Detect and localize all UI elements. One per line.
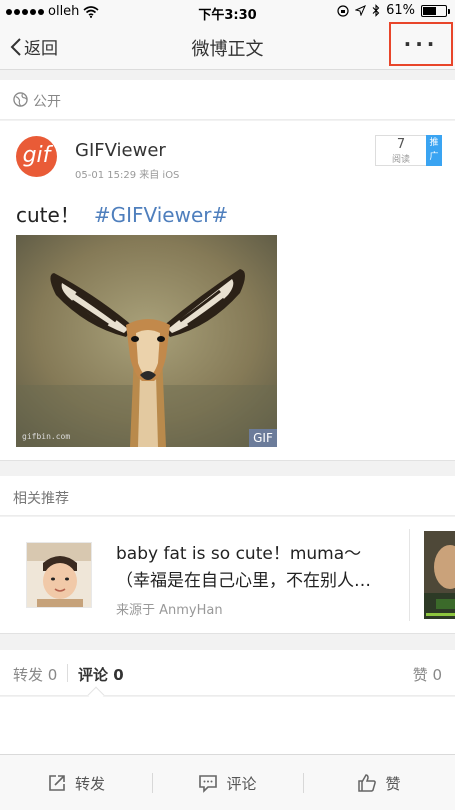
tab-comment[interactable]: 评论 0 [78,664,124,685]
next-recommend-photo [424,531,455,619]
post-meta: 05-01 15:29 来自 iOS [75,170,180,181]
recommend-header: 相关推荐 [0,476,455,516]
comment-button[interactable]: 评论 [152,755,303,810]
gif-badge: GIF [249,429,277,447]
repost-icon [49,775,65,791]
visibility-bar: 公开 [0,80,455,120]
repost-button[interactable]: 转发 [0,755,152,810]
battery-icon [421,4,450,17]
post-text: cute！ #GIFViewer# [16,199,228,228]
like-button[interactable]: 赞 [303,755,455,810]
page-title: 微博正文 [191,39,264,60]
read-label: 阅读 [391,155,410,165]
bottom-toolbar: 转发 评论 赞 [0,754,455,810]
nav-bar: 返回 微博正文 ··· [0,22,455,70]
comments-list [0,697,455,754]
thumbs-up-icon [358,774,377,792]
like-label: 赞 [385,774,401,793]
more-dots-icon: ··· [403,32,439,56]
repost-label: 转发 [74,774,105,793]
recommend-title: 相关推荐 [13,491,69,507]
orientation-lock-icon [337,4,349,17]
read-count-box: 7 阅读 [375,135,427,166]
post-card: gif GIFViewer 05-01 15:29 来自 iOS 7 阅读 推广… [0,121,455,461]
read-count: 7 [396,137,406,152]
tab-repost[interactable]: 转发 0 [13,664,57,685]
status-right: 61% [337,3,450,18]
more-options-button[interactable]: ··· [389,22,453,66]
tab-separator [67,664,68,682]
baby-photo [27,543,91,607]
recommend-thumbnail [26,542,92,608]
status-bar: olleh 下午3:30 61% [0,0,455,24]
post-gif-image[interactable]: gifbin.com GIF [16,235,277,447]
recommend-divider [409,529,410,621]
interaction-tabs: 转发 0 评论 0 赞 0 [0,650,455,704]
post-body: cute！ [16,203,80,227]
hashtag-link[interactable]: #GIFViewer# [94,203,228,227]
recommend-line2: （幸福是在自己心里，不在别人… [116,571,371,591]
location-icon [355,5,367,16]
author-name[interactable]: GIFViewer [75,140,166,161]
recommend-card[interactable]: baby fat is so cute！muma～ （幸福是在自己心里，不在别人… [0,517,455,634]
recommend-source: 来源于 AnmyHan [116,603,223,618]
gerenuk-image [16,235,277,447]
comment-label: 评论 [226,774,257,793]
bluetooth-icon [372,4,380,17]
promote-button[interactable]: 推广 [426,135,442,166]
next-recommend-thumbnail[interactable] [424,531,455,619]
battery-percent: 61% [386,3,415,18]
author-avatar[interactable]: gif [16,136,57,177]
image-watermark: gifbin.com [22,432,71,441]
tab-like[interactable]: 赞 0 [413,664,442,685]
recommend-line1: baby fat is so cute！muma～ [116,544,362,564]
globe-icon [13,92,28,107]
comment-icon [199,775,218,793]
visibility-label: 公开 [33,94,61,110]
